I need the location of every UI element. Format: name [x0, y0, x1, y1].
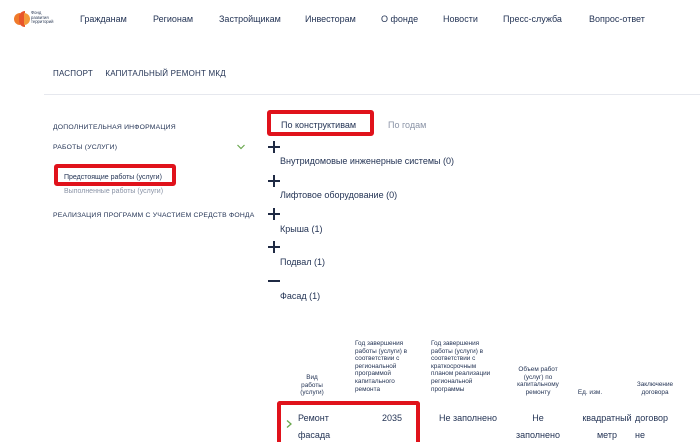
- accordion-facade[interactable]: Фасад (1): [280, 291, 320, 301]
- th-year-shortterm: Год завершения работы (услуги) в соответ…: [431, 340, 491, 393]
- th-unit: Ед. изм.: [577, 389, 603, 396]
- cell-unit: квадратный метр: [582, 413, 632, 440]
- cell-contract: договор не: [635, 413, 669, 440]
- accordion-basement[interactable]: Подвал (1): [280, 257, 325, 267]
- highlight-box-row: [277, 401, 420, 442]
- accordion-roof[interactable]: Крыша (1): [280, 224, 322, 234]
- nav-about[interactable]: О фонде: [381, 14, 418, 24]
- th-volume: Объем работ (услуг) по капитальному ремо…: [517, 366, 559, 396]
- th-year-regional: Год завершения работы (услуги) в соответ…: [355, 340, 408, 393]
- plus-icon[interactable]: [268, 175, 280, 187]
- nav-citizens[interactable]: Гражданам: [80, 14, 127, 24]
- th-work-type: Вид работы (услуги): [300, 374, 324, 397]
- cell-volume: Не заполнено: [515, 413, 560, 440]
- sidebar-works[interactable]: РАБОТЫ (УСЛУГИ): [53, 144, 117, 151]
- sidebar-completed-works[interactable]: Выполненные работы (услуги): [64, 188, 163, 195]
- tab-by-year[interactable]: По годам: [388, 120, 426, 130]
- plus-icon[interactable]: [268, 241, 280, 253]
- nav-developers[interactable]: Застройщикам: [219, 14, 281, 24]
- logo-text: Фонд развития территорий: [31, 10, 54, 25]
- nav-news[interactable]: Новости: [443, 14, 478, 24]
- site-logo[interactable]: Фонд развития территорий: [14, 10, 68, 30]
- chevron-down-icon[interactable]: [236, 142, 246, 152]
- highlight-box-tab: [267, 110, 374, 136]
- nav-regions[interactable]: Регионам: [153, 14, 193, 24]
- subnav-passport[interactable]: ПАСПОРТ: [53, 69, 93, 78]
- accordion-elevators[interactable]: Лифтовое оборудование (0): [280, 190, 397, 200]
- minus-icon[interactable]: [268, 275, 280, 287]
- nav-faq[interactable]: Вопрос-ответ: [589, 14, 645, 24]
- subnav-capital-repair[interactable]: КАПИТАЛЬНЫЙ РЕМОНТ МКД: [105, 69, 225, 78]
- nav-investors[interactable]: Инвесторам: [305, 14, 356, 24]
- plus-icon[interactable]: [268, 208, 280, 220]
- highlight-box-upcoming: [54, 164, 176, 186]
- nav-press[interactable]: Пресс-служба: [503, 14, 562, 24]
- cell-year-shortterm: Не заполнено: [438, 413, 498, 423]
- plus-icon[interactable]: [268, 141, 280, 153]
- th-contract: Заключение договора: [636, 381, 674, 396]
- accordion-engineering[interactable]: Внутридомовые инженерные системы (0): [280, 156, 454, 166]
- section-divider: [44, 94, 700, 95]
- sidebar-programs[interactable]: РЕАЛИЗАЦИЯ ПРОГРАММ С УЧАСТИЕМ СРЕДСТВ Ф…: [53, 212, 254, 219]
- site-header: Фонд развития территорий Гражданам Регио…: [0, 0, 700, 40]
- logo-mark-icon: [14, 11, 30, 27]
- sidebar-additional-info[interactable]: ДОПОЛНИТЕЛЬНАЯ ИНФОРМАЦИЯ: [53, 124, 176, 131]
- passport-subnav: ПАСПОРТ КАПИТАЛЬНЫЙ РЕМОНТ МКД: [53, 69, 236, 78]
